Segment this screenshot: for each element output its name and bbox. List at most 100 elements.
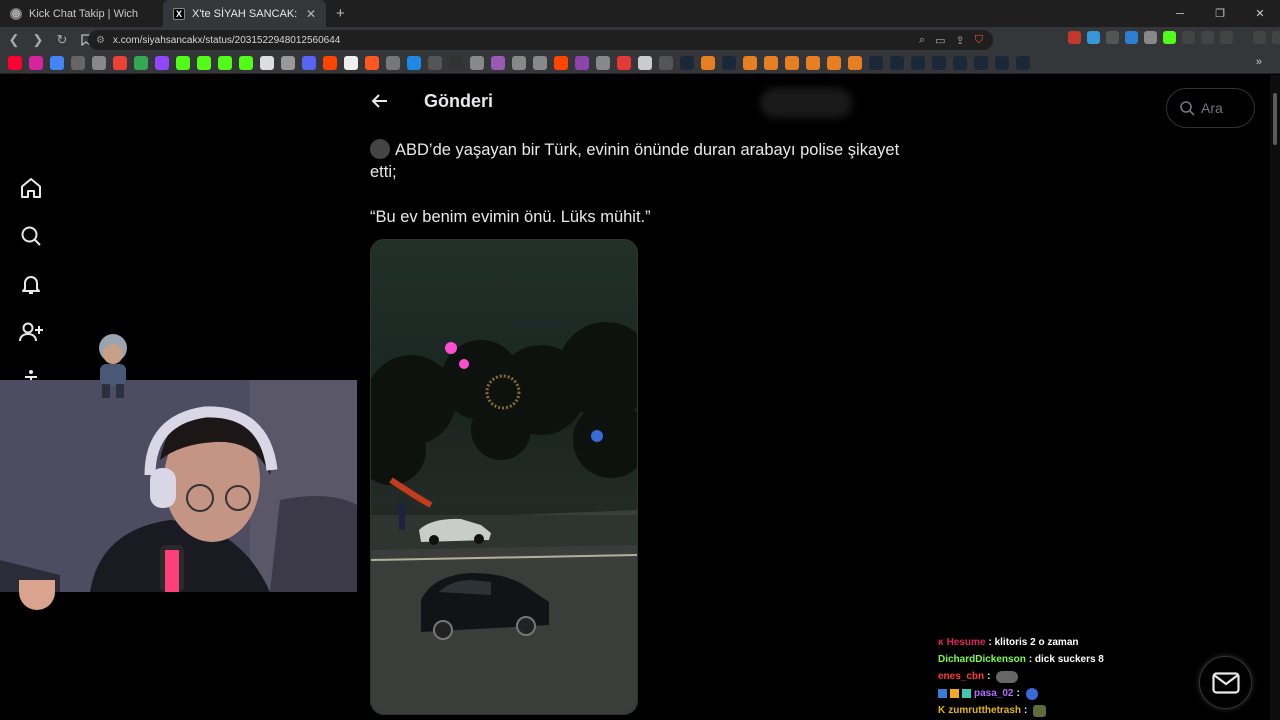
bookmark-icon[interactable]: [470, 56, 484, 70]
extension-icon[interactable]: [1068, 31, 1081, 44]
reddit-bookmark-icon[interactable]: [323, 56, 337, 70]
character-sticker: [90, 330, 136, 402]
chat-text: : dick suckers 8: [1028, 654, 1104, 665]
cast-icon[interactable]: ▭: [935, 34, 945, 47]
bookmark-icon[interactable]: [848, 56, 862, 70]
emote-icon: [1033, 704, 1047, 717]
page-scrollbar[interactable]: [1270, 75, 1280, 720]
tab-title: X'te SİYAH SANCAK: " ⁰ ABD: [192, 8, 299, 20]
kick-extension-icon[interactable]: [1163, 31, 1176, 44]
steam-bookmark-icon[interactable]: [890, 56, 904, 70]
steam-bookmark-icon[interactable]: [680, 56, 694, 70]
forward-icon[interactable]: ❯: [28, 30, 48, 50]
youtube-bookmark-icon[interactable]: [8, 56, 22, 70]
kick-badge-icon: K: [938, 705, 946, 716]
maximize-icon[interactable]: ❐: [1200, 0, 1240, 27]
close-window-icon[interactable]: ✕: [1240, 0, 1280, 27]
extension-icon[interactable]: [1144, 31, 1157, 44]
bookmark-icon[interactable]: [407, 56, 421, 70]
steam-bookmark-icon[interactable]: [911, 56, 925, 70]
steam-bookmark-icon[interactable]: [722, 56, 736, 70]
menu-icon[interactable]: [1272, 31, 1280, 44]
bookmark-icon[interactable]: [428, 56, 442, 70]
bookmark-icon[interactable]: [344, 56, 358, 70]
bookmark-icon[interactable]: [764, 56, 778, 70]
steam-bookmark-icon[interactable]: [995, 56, 1009, 70]
tab-x-post[interactable]: X X'te SİYAH SANCAK: " ⁰ ABD ✕: [163, 0, 326, 27]
playlist-icon[interactable]: [1253, 31, 1266, 44]
anchor-bookmark-icon[interactable]: [260, 56, 274, 70]
kick-badge-icon: ĸ: [938, 637, 944, 648]
bookmark-icon[interactable]: [575, 56, 589, 70]
sidebar-icon[interactable]: [1220, 31, 1233, 44]
emote-icon: [996, 670, 1019, 683]
search-input[interactable]: Ara: [1166, 88, 1255, 128]
steam-bookmark-icon[interactable]: [1016, 56, 1030, 70]
black-circle-emoji: [370, 139, 390, 159]
bookmark-icon[interactable]: [743, 56, 757, 70]
bookmark-icon[interactable]: [281, 56, 295, 70]
bookmark-icon[interactable]: [491, 56, 505, 70]
discord-bookmark-icon[interactable]: [302, 56, 316, 70]
puzzle-icon[interactable]: [1201, 31, 1214, 44]
home-icon[interactable]: [16, 175, 46, 201]
kick-bookmark-icon[interactable]: [218, 56, 232, 70]
folder-icon[interactable]: [659, 56, 673, 70]
steam-bookmark-icon[interactable]: [953, 56, 967, 70]
steam-bookmark-icon[interactable]: [974, 56, 988, 70]
close-tab-icon[interactable]: ✕: [306, 7, 316, 21]
bookmark-icon[interactable]: [449, 56, 463, 70]
more-bookmarks-icon[interactable]: »: [1256, 56, 1262, 68]
steam-bookmark-icon[interactable]: [932, 56, 946, 70]
tab-kick-chat[interactable]: ◎ Kick Chat Takip | Wich: [0, 0, 163, 27]
brave-shield-icon[interactable]: ⛉: [975, 34, 983, 47]
search-placeholder: Ara: [1201, 100, 1223, 116]
scrollbar-thumb[interactable]: [1273, 93, 1277, 145]
bookmark-icon[interactable]: [365, 56, 379, 70]
extension-icon[interactable]: [1106, 31, 1119, 44]
bookmark-icon[interactable]: [785, 56, 799, 70]
add-user-icon[interactable]: [16, 319, 46, 345]
kick-chat-overlay: ĸ Hesume : klitoris 2 o zaman DichardDic…: [938, 634, 1104, 719]
search-icon[interactable]: [16, 223, 46, 249]
reload-icon[interactable]: ↻: [52, 30, 72, 50]
share-icon[interactable]: ⇪: [956, 34, 965, 47]
url-text[interactable]: x.com/siyahsancakx/status/20315229480125…: [113, 35, 340, 46]
reddit-bookmark-icon[interactable]: [554, 56, 568, 70]
bookmark-icon[interactable]: [50, 56, 64, 70]
bookmark-icon[interactable]: [827, 56, 841, 70]
extension-icon[interactable]: [1087, 31, 1100, 44]
bell-icon[interactable]: [16, 271, 46, 297]
extension-icon[interactable]: [1125, 31, 1138, 44]
messages-button[interactable]: [1199, 656, 1252, 709]
chat-message: pasa_02 :: [938, 685, 1104, 702]
bookmark-icon[interactable]: [806, 56, 820, 70]
minimize-icon[interactable]: ─: [1160, 0, 1200, 27]
zoom-icon[interactable]: ⌕: [919, 34, 925, 47]
bookmark-icon[interactable]: [617, 56, 631, 70]
site-info-icon[interactable]: ⚙: [96, 35, 105, 46]
bookmark-icon[interactable]: [638, 56, 652, 70]
bookmark-icon[interactable]: [533, 56, 547, 70]
bookmark-icon[interactable]: [92, 56, 106, 70]
bookmark-icon[interactable]: [239, 56, 253, 70]
back-arrow-icon[interactable]: [370, 91, 390, 111]
bookmark-icon[interactable]: [701, 56, 715, 70]
twitch-bookmark-icon[interactable]: [155, 56, 169, 70]
drive-bookmark-icon[interactable]: [134, 56, 148, 70]
bookmark-icon[interactable]: [386, 56, 400, 70]
new-tab-button[interactable]: +: [326, 0, 355, 27]
steam-bookmark-icon[interactable]: [869, 56, 883, 70]
bookmark-icon[interactable]: [71, 56, 85, 70]
bookmark-icon[interactable]: [512, 56, 526, 70]
bookmark-icon[interactable]: [596, 56, 610, 70]
post-video[interactable]: [370, 239, 638, 715]
address-bar[interactable]: ⚙ x.com/siyahsancakx/status/203152294801…: [88, 30, 993, 50]
kick-bookmark-icon[interactable]: [197, 56, 211, 70]
kick-bookmark-icon[interactable]: [176, 56, 190, 70]
instagram-bookmark-icon[interactable]: [29, 56, 43, 70]
back-icon[interactable]: ❮: [4, 30, 24, 50]
extension-icon[interactable]: [1182, 31, 1195, 44]
blurred-button: [760, 88, 852, 118]
gmail-bookmark-icon[interactable]: [113, 56, 127, 70]
